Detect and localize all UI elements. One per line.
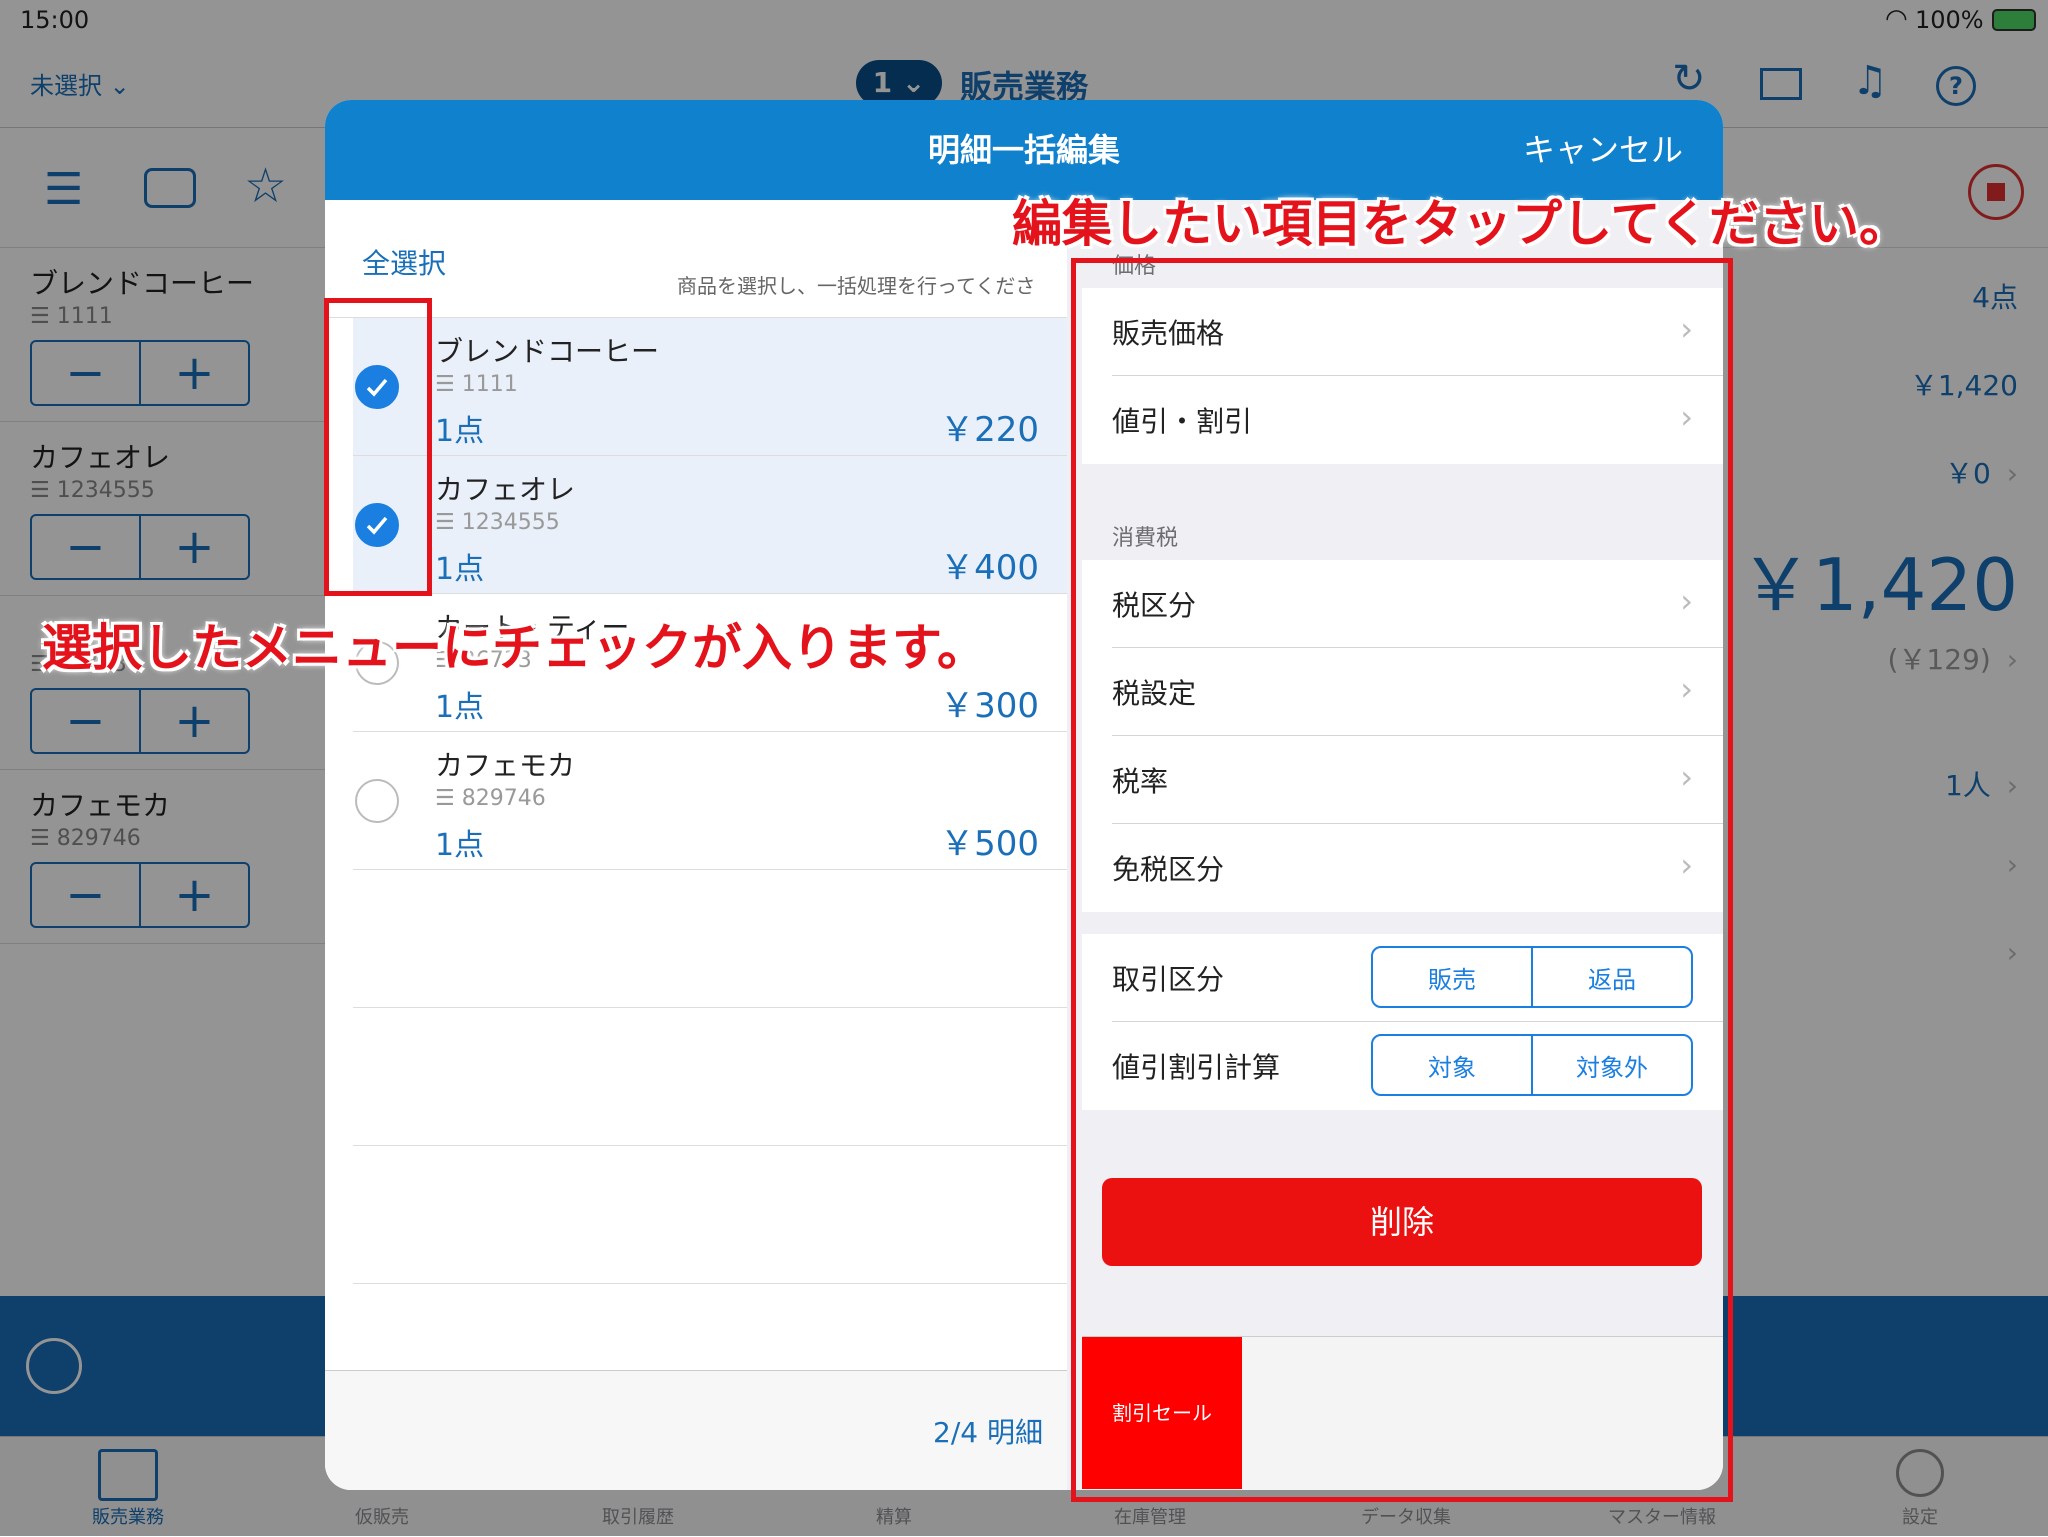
item-code: 829746 bbox=[461, 786, 546, 811]
table-row[interactable]: カフェモカ ☰ 829746 1点 ￥500 bbox=[353, 732, 1067, 870]
item-qty: 1点 bbox=[435, 828, 485, 863]
annotation-left: 選択したメニューにチェックが入ります。 bbox=[42, 619, 987, 677]
empty-row bbox=[353, 1008, 1067, 1146]
highlight-checkboxes bbox=[324, 298, 432, 596]
item-qty: 1点 bbox=[435, 414, 485, 449]
item-name: カフェオレ bbox=[435, 473, 576, 506]
empty-row bbox=[353, 1146, 1067, 1284]
table-row[interactable]: ブレンドコーヒー ☰ 1111 1点 ￥220 bbox=[353, 318, 1067, 456]
item-price: ￥300 bbox=[940, 686, 1039, 726]
empty-row bbox=[353, 870, 1067, 1008]
item-name: ブレンドコーヒー bbox=[435, 335, 660, 368]
item-price: ￥500 bbox=[940, 824, 1039, 864]
item-name: カフェモカ bbox=[435, 749, 576, 782]
item-qty: 1点 bbox=[435, 552, 485, 587]
radio-empty-icon[interactable] bbox=[355, 779, 399, 823]
selection-hint: 商品を選択し、一括処理を行ってくださ bbox=[677, 274, 1036, 298]
item-code: 1234555 bbox=[461, 510, 560, 535]
annotation-right: 編集したい項目をタップしてください。 bbox=[1012, 195, 1909, 253]
highlight-edit-pane bbox=[1071, 258, 1733, 1502]
item-price: ￥400 bbox=[940, 548, 1039, 588]
item-qty: 1点 bbox=[435, 690, 485, 725]
selection-footer: 2/4 明細 bbox=[325, 1370, 1067, 1490]
item-price: ￥220 bbox=[940, 410, 1039, 450]
table-row[interactable]: カフェオレ ☰ 1234555 1点 ￥400 bbox=[353, 456, 1067, 594]
item-code: 1111 bbox=[461, 372, 518, 397]
selection-count: 2/4 明細 bbox=[933, 1416, 1043, 1449]
select-all-button[interactable]: 全選択 bbox=[362, 242, 446, 282]
